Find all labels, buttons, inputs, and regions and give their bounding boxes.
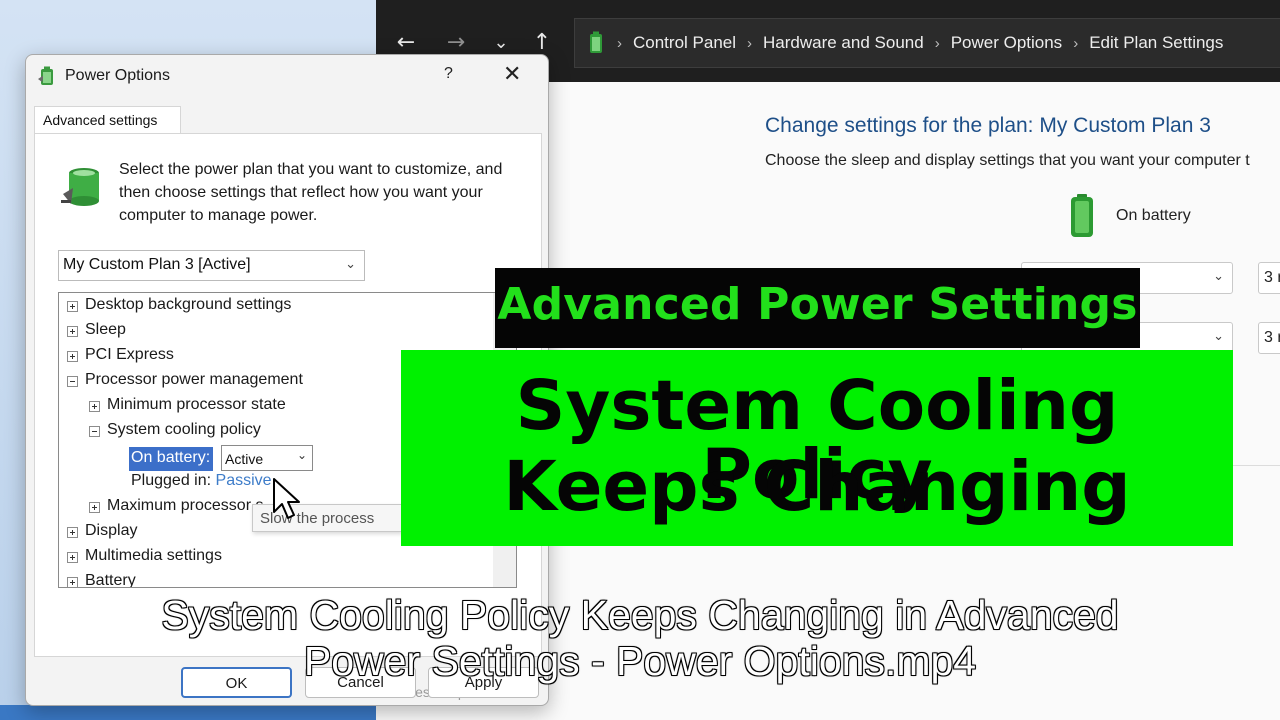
- battery-plug-icon: [38, 66, 53, 85]
- expand-icon[interactable]: [67, 527, 78, 538]
- breadcrumb-power-options[interactable]: Power Options: [951, 33, 1063, 52]
- breadcrumb-hardware-and-sound[interactable]: Hardware and Sound: [763, 33, 924, 52]
- address-bar[interactable]: › Control Panel › Hardware and Sound › Power …: [574, 18, 1280, 68]
- chevron-down-icon: ⌄: [296, 448, 307, 462]
- plan-settings-title: Change settings for the plan: My Custom …: [765, 114, 1211, 137]
- close-icon[interactable]: ✕: [503, 62, 521, 87]
- chevron-down-icon: ⌄: [1213, 268, 1224, 283]
- plan-settings-subtitle: Choose the sleep and display settings th…: [765, 152, 1250, 169]
- plugged-display-dropdown[interactable]: 3 r: [1258, 262, 1280, 294]
- power-plan-icon: [61, 168, 99, 206]
- dialog-description: Select the power plan that you want to c…: [119, 161, 503, 224]
- power-plan-select-value: My Custom Plan 3 [Active]: [63, 256, 251, 273]
- power-plan-select[interactable]: My Custom Plan 3 [Active] ⌄: [58, 250, 365, 281]
- mouse-cursor-icon: [273, 478, 300, 519]
- title-banner-large: System Cooling Policy Keeps Changing: [401, 350, 1233, 546]
- plugged-in-value[interactable]: Passive: [216, 472, 272, 489]
- video-caption-line-1: System Cooling Policy Keeps Changing in …: [161, 591, 1120, 639]
- battery-icon: [1071, 194, 1093, 237]
- battery-plug-icon: [590, 31, 602, 53]
- plugged-in-label: Plugged in:: [131, 472, 212, 489]
- desktop-taskbar-edge: [0, 705, 376, 720]
- title-banner-small-text: Advanced Power Settings: [497, 279, 1138, 330]
- expand-icon[interactable]: [67, 351, 78, 362]
- on-battery-header: On battery: [1116, 207, 1191, 224]
- dialog-title: Power Options: [65, 67, 170, 84]
- help-icon[interactable]: ?: [444, 65, 453, 83]
- collapse-icon[interactable]: [89, 426, 100, 437]
- title-banner-line-2: Keeps Changing: [503, 447, 1131, 527]
- expand-icon[interactable]: [67, 577, 78, 587]
- title-banner-small: Advanced Power Settings: [495, 268, 1140, 348]
- plugged-sleep-dropdown[interactable]: 3 r: [1258, 322, 1280, 354]
- tab-advanced-settings[interactable]: Advanced settings: [34, 106, 181, 134]
- expand-icon[interactable]: [67, 301, 78, 312]
- on-battery-cooling-value: Active: [225, 451, 264, 467]
- on-battery-cooling-select[interactable]: Active ⌄: [221, 445, 313, 471]
- collapse-icon[interactable]: [67, 376, 78, 387]
- expand-icon[interactable]: [67, 326, 78, 337]
- breadcrumb: › Control Panel › Hardware and Sound › Power …: [617, 33, 1224, 52]
- expand-icon[interactable]: [67, 552, 78, 563]
- video-caption-line-2: Power Settings - Power Options.mp4: [303, 637, 977, 685]
- expand-icon[interactable]: [89, 502, 100, 513]
- plugged-in-setting[interactable]: Plugged in: Passive: [131, 472, 272, 490]
- breadcrumb-edit-plan-settings[interactable]: Edit Plan Settings: [1089, 33, 1223, 52]
- divider: [1232, 465, 1280, 466]
- on-battery-label[interactable]: On battery:: [129, 447, 214, 471]
- chevron-down-icon: ⌄: [1213, 328, 1224, 343]
- expand-icon[interactable]: [89, 401, 100, 412]
- video-caption: System Cooling Policy Keeps Changing in …: [0, 591, 1280, 685]
- chevron-down-icon: ⌄: [345, 256, 356, 271]
- breadcrumb-control-panel[interactable]: Control Panel: [633, 33, 736, 52]
